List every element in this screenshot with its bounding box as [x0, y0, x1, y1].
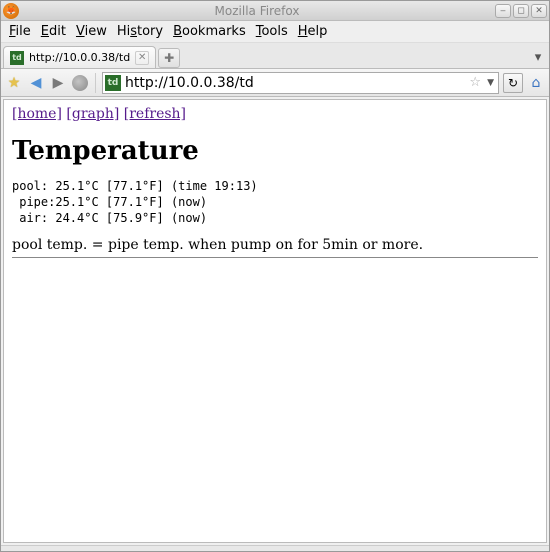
tab-active[interactable]: td http://10.0.0.38/td ✕ [3, 46, 156, 68]
menu-tools[interactable]: Tools [252, 22, 292, 41]
window-controls: ‒ ◻ ✕ [495, 4, 547, 18]
tab-title: http://10.0.0.38/td [29, 51, 130, 64]
stop-icon [72, 75, 88, 91]
back-button[interactable]: ◀ [27, 74, 45, 92]
close-button[interactable]: ✕ [531, 4, 547, 18]
firefox-icon: 🦊 [3, 3, 19, 19]
statusbar [1, 545, 549, 551]
bookmark-star-icon[interactable]: ★ [5, 74, 23, 92]
home-button[interactable]: ⌂ [527, 74, 545, 92]
explanatory-note: pool temp. = pipe temp. when pump on for… [12, 237, 538, 253]
browser-window: 🦊 Mozilla Firefox ‒ ◻ ✕ File Edit View H… [0, 0, 550, 552]
page-content: [home] [graph] [refresh] Temperature poo… [3, 99, 547, 543]
maximize-button[interactable]: ◻ [513, 4, 529, 18]
navbar: ★ ◀ ▶ td ☆ ▼ ↻ ⌂ [1, 69, 549, 97]
forward-button[interactable]: ▶ [49, 74, 67, 92]
url-input[interactable] [125, 75, 465, 91]
tab-list-dropdown[interactable]: ▾ [531, 50, 545, 64]
divider [12, 257, 538, 258]
new-tab-button[interactable]: ✚ [158, 48, 180, 68]
tab-close-button[interactable]: ✕ [135, 51, 149, 65]
page-heading: Temperature [12, 136, 538, 166]
tab-favicon-icon: td [10, 51, 24, 65]
titlebar: 🦊 Mozilla Firefox ‒ ◻ ✕ [1, 1, 549, 21]
menubar: File Edit View History Bookmarks Tools H… [1, 21, 549, 43]
url-favicon-icon: td [105, 75, 121, 91]
link-graph[interactable]: [graph] [66, 106, 119, 122]
reload-button[interactable]: ↻ [503, 73, 523, 93]
menu-edit[interactable]: Edit [37, 22, 70, 41]
bookmark-page-icon[interactable]: ☆ [469, 75, 481, 90]
link-refresh[interactable]: [refresh] [124, 106, 186, 122]
tabbar: td http://10.0.0.38/td ✕ ✚ ▾ [1, 43, 549, 69]
window-title: Mozilla Firefox [19, 4, 495, 18]
nav-separator [95, 73, 96, 93]
url-bar[interactable]: td ☆ ▼ [102, 72, 499, 94]
menu-help[interactable]: Help [294, 22, 332, 41]
url-dropdown-icon[interactable]: ▼ [485, 78, 496, 88]
temperature-readings: pool: 25.1°C [77.1°F] (time 19:13) pipe:… [12, 178, 538, 227]
menu-file[interactable]: File [5, 22, 35, 41]
menu-bookmarks[interactable]: Bookmarks [169, 22, 250, 41]
menu-history[interactable]: History [113, 22, 167, 41]
minimize-button[interactable]: ‒ [495, 4, 511, 18]
stop-button[interactable] [71, 74, 89, 92]
link-home[interactable]: [home] [12, 106, 62, 122]
menu-view[interactable]: View [72, 22, 111, 41]
nav-links: [home] [graph] [refresh] [12, 106, 538, 122]
